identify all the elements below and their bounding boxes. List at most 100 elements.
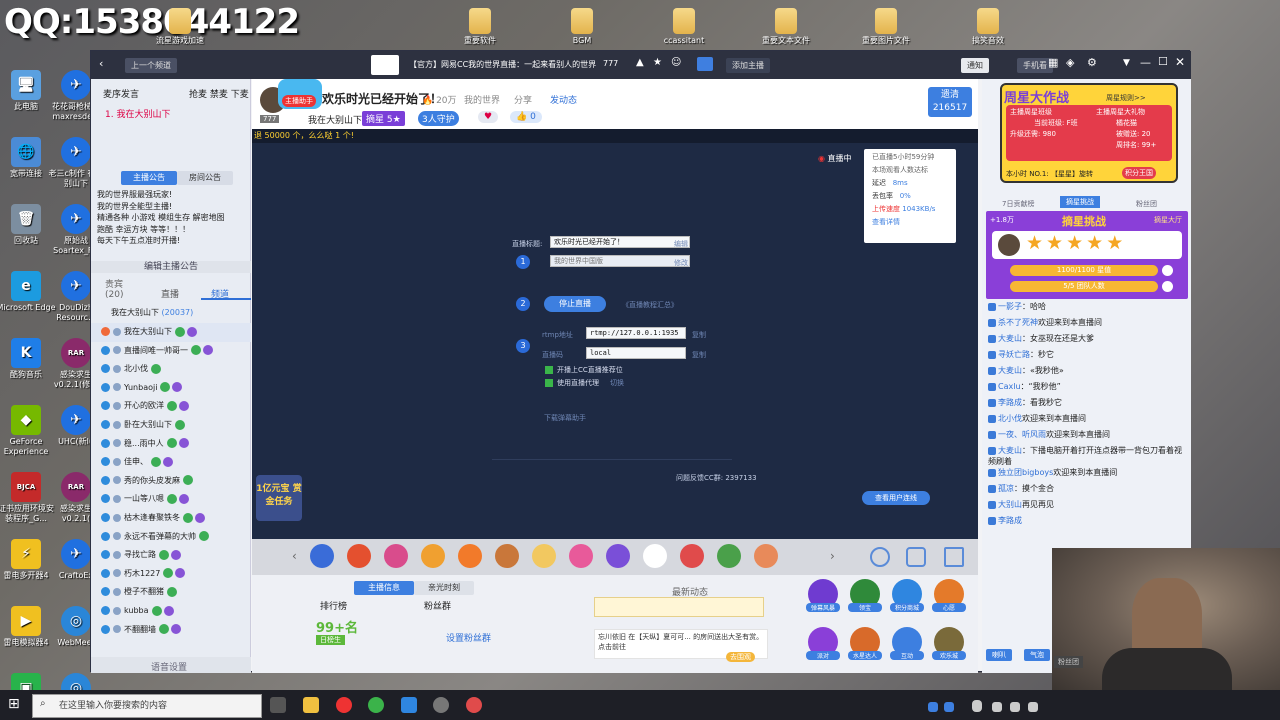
desktop-folder[interactable]: 重要图片文件 (856, 8, 916, 46)
user-list-item[interactable]: 我在大别山下 (91, 323, 251, 342)
rank-label[interactable]: 排行榜 (320, 599, 347, 612)
set-fans-group-link[interactable]: 设置粉丝群 (446, 631, 491, 644)
gift-item[interactable] (421, 544, 445, 568)
tray-icon[interactable] (1010, 702, 1020, 712)
user-list-item[interactable]: 永远不看弹幕的大帅 (91, 528, 251, 547)
user-list-item[interactable]: 橙子不翻猪 (91, 583, 251, 602)
horn-button[interactable]: 喇叭 (986, 649, 1012, 661)
file-explorer-icon[interactable] (303, 697, 319, 713)
feature-item[interactable]: 派对 (806, 627, 840, 667)
send-dynamic-link[interactable]: 发动态 (550, 93, 577, 106)
copy-rtmp-link[interactable]: 复制 (692, 330, 706, 340)
desktop-folder[interactable]: 搞笑音效 (958, 8, 1018, 46)
chat-user[interactable]: 大麦山 (998, 366, 1022, 375)
chat-user[interactable]: 孤凉 (998, 484, 1014, 493)
notify-button[interactable]: 通知 (961, 58, 989, 73)
category-input[interactable]: 我的世界中国版 (550, 255, 690, 267)
wallet-icon[interactable] (906, 547, 926, 567)
gift-item[interactable] (717, 544, 741, 568)
edit-title-link[interactable]: 编辑 (674, 239, 688, 249)
feature-item[interactable]: 积分商城 (890, 579, 924, 619)
desktop-folder[interactable]: BGM (552, 8, 612, 46)
bag-icon[interactable] (944, 547, 964, 567)
tray-icon[interactable] (992, 702, 1002, 712)
change-category-link[interactable]: 修改 (674, 258, 688, 268)
chat-user[interactable]: 大麦山 (998, 334, 1022, 343)
like-counter[interactable]: 👍 0 (510, 111, 542, 123)
gift-item[interactable] (458, 544, 482, 568)
points-kingdom-button[interactable]: 积分王国 (1122, 167, 1156, 179)
challenge-hall-link[interactable]: 摘星大厅 (1154, 215, 1182, 225)
proxy-switch-link[interactable]: 切换 (610, 378, 624, 388)
obs-icon[interactable] (433, 697, 449, 713)
maximize-icon[interactable]: ☐ (1158, 55, 1168, 68)
banner-rules-link[interactable]: 周星规则>> (1106, 93, 1146, 103)
chrome-icon[interactable] (368, 697, 384, 713)
chat-message[interactable]: 大别山再见再见 (988, 499, 1188, 510)
streamer-name[interactable]: 我在大别山下 (308, 113, 362, 126)
tray-icon[interactable] (944, 702, 954, 712)
gift-item[interactable] (532, 544, 556, 568)
feature-item[interactable]: 领宝 (848, 579, 882, 619)
desktop-folder[interactable]: 重要软件 (450, 8, 510, 46)
chat-message[interactable]: 大麦山：下播电脑开着打开连点器带一背包刀看着视频刷着 (988, 445, 1188, 469)
gift-item[interactable] (310, 544, 334, 568)
desktop-folder[interactable]: ccassitant (654, 8, 714, 46)
user-list-item[interactable]: 寻找亡路 (91, 546, 251, 565)
gift-item[interactable] (754, 544, 778, 568)
gift-item[interactable] (569, 544, 593, 568)
stats-detail-link[interactable]: 查看详情 (872, 216, 948, 229)
feature-item[interactable]: 水星达人 (848, 627, 882, 667)
stop-live-button[interactable]: 停止直播 (544, 296, 606, 312)
weekly-star-banner[interactable]: 周星大作战 周星规则>> 主播周星班级 当前班级: F班 升级还需: 980 主… (1000, 83, 1178, 183)
minimize-icon[interactable]: — (1140, 56, 1151, 69)
chat-message[interactable]: 一影子：哈哈 (988, 301, 1188, 312)
bubble-button[interactable]: 气泡 (1024, 649, 1050, 661)
tray-icon[interactable] (1028, 702, 1038, 712)
prev-channel-button[interactable]: 上一个频道 (125, 58, 177, 73)
close-icon[interactable]: ✕ (1175, 55, 1185, 69)
proxy-checkbox[interactable] (545, 379, 553, 387)
queue-item[interactable]: 1. 我在大别山下 (105, 107, 170, 120)
share-tag[interactable]: 分享 (514, 93, 532, 106)
user-list-item[interactable]: 佳申、 (91, 453, 251, 472)
chat-user[interactable]: 大麦山 (998, 446, 1022, 455)
reward-task-badge[interactable]: 1亿元宝 赏金任务 (256, 475, 302, 521)
gift-item[interactable] (643, 544, 667, 568)
gift-item[interactable] (680, 544, 704, 568)
user-list-item[interactable]: 一山等八嗯 (91, 490, 251, 509)
key-input[interactable]: local (586, 347, 686, 359)
menu-icon[interactable]: ▼ (1123, 58, 1130, 68)
taskbar-search[interactable]: 在这里输入你要搜索的内容 (32, 694, 262, 718)
follow-button[interactable]: 遗清 216517 (928, 87, 972, 117)
chat-user[interactable]: 杀不了死神 (998, 318, 1038, 327)
desktop-folder[interactable]: 流星游戏加速 (150, 8, 210, 46)
tutorial-link[interactable]: 《直播教程汇总》 (622, 300, 678, 310)
gift-item[interactable] (606, 544, 630, 568)
add-streamer-button[interactable]: 添加主播 (726, 58, 770, 73)
favorite-icon[interactable]: ★ (653, 57, 662, 68)
user-list-item[interactable]: 枯木逢春聚铁冬 (91, 509, 251, 528)
user-list-item[interactable]: 秀的你头皮发麻 (91, 472, 251, 491)
highlight-tab[interactable]: 亲光时刻 (414, 581, 474, 595)
challenge-tab[interactable]: 摘星挑战 (1060, 196, 1100, 208)
fans-label[interactable]: 粉丝群 (424, 599, 451, 612)
assistant-badge[interactable]: 主播助手 (282, 95, 316, 107)
opera-icon[interactable] (336, 697, 352, 713)
gift-item[interactable] (384, 544, 408, 568)
star-challenge-card[interactable]: +1.8万 摘星挑战 摘星大厅 ★★★★★ 1100/1100 星值 5/5 团… (986, 211, 1188, 299)
camera-icon[interactable] (697, 57, 713, 71)
gift-next-icon[interactable]: › (830, 549, 835, 563)
chat-message[interactable]: 杀不了死神欢迎来到本直播间 (988, 317, 1188, 328)
user-list-item[interactable]: 开心的欧洋 (91, 397, 251, 416)
gift-item[interactable] (495, 544, 519, 568)
tray-icon[interactable] (928, 702, 938, 712)
live-tab[interactable]: 直播 (161, 287, 179, 300)
recommend-checkbox[interactable] (545, 366, 553, 374)
voice-settings-button[interactable]: 语音设置 (151, 660, 187, 673)
chat-message[interactable]: 一夜、听风雨欢迎来到本直播间 (988, 429, 1188, 440)
rtmp-input[interactable]: rtmp://127.0.0.1:1935 (586, 327, 686, 339)
chat-user[interactable]: 独立团bigboys (998, 468, 1053, 477)
netease-icon[interactable] (466, 697, 482, 713)
user-list-item[interactable]: 朽木1227 (91, 565, 251, 584)
